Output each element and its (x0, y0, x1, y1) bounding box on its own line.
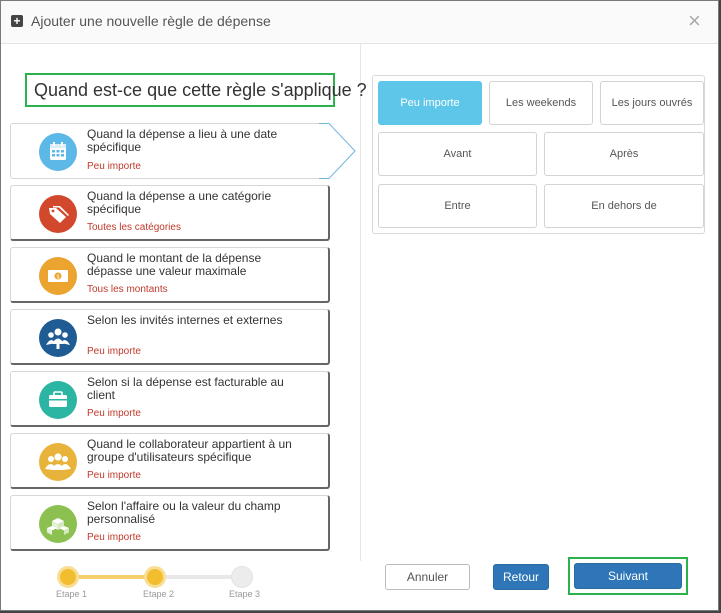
card-subtitle: Toutes les catégories (87, 222, 181, 233)
dialog-title: Ajouter une nouvelle règle de dépense (31, 13, 271, 29)
card-title: Quand le collaborateur appartient à un g… (87, 437, 292, 464)
question-heading: Quand est-ce que cette règle s'applique … (25, 73, 367, 107)
option-before[interactable]: Avant (378, 132, 537, 176)
svg-text:$: $ (57, 274, 60, 280)
card-subtitle: Peu importe (87, 161, 141, 172)
panel-divider (360, 44, 361, 561)
card-title: Selon si la dépense est facturable au cl… (87, 375, 284, 402)
card-subtitle: Peu importe (87, 532, 141, 543)
step-connector (68, 575, 156, 579)
step-dot (231, 566, 253, 588)
active-card-pointer (319, 123, 356, 179)
option-between[interactable]: Entre (378, 184, 537, 228)
card-amount[interactable]: $ Quand le montant de la dépense dépasse… (10, 247, 330, 303)
card-billable[interactable]: Selon si la dépense est facturable au cl… (10, 371, 330, 427)
card-user-group[interactable]: Quand le collaborateur appartient à un g… (10, 433, 330, 489)
option-weekends[interactable]: Les weekends (489, 81, 593, 125)
card-guests[interactable]: Selon les invités internes et externes P… (10, 309, 330, 365)
card-subtitle: Peu importe (87, 346, 141, 357)
option-any[interactable]: Peu importe (378, 81, 482, 125)
user-group-icon (39, 443, 77, 481)
card-title: Selon les invités internes et externes (87, 313, 283, 327)
options-panel: Peu importe Les weekends Les jours ouvré… (372, 75, 705, 234)
card-subtitle: Peu importe (87, 408, 141, 419)
boxes-icon (39, 505, 77, 543)
option-outside[interactable]: En dehors de (544, 184, 704, 228)
step-dot (57, 566, 79, 588)
next-button-highlight: Suivant (568, 557, 688, 595)
card-title: Selon l'affaire ou la valeur du champ pe… (87, 499, 281, 526)
next-button[interactable]: Suivant (574, 563, 682, 589)
guests-icon (39, 319, 77, 357)
cancel-button[interactable]: Annuler (385, 564, 470, 590)
tags-icon (39, 195, 77, 233)
briefcase-icon (39, 381, 77, 419)
card-title: Quand la dépense a une catégorie spécifi… (87, 189, 272, 216)
card-category[interactable]: Quand la dépense a une catégorie spécifi… (10, 185, 330, 241)
calendar-icon (39, 133, 77, 171)
dialog-titlebar: + Ajouter une nouvelle règle de dépense … (1, 1, 718, 44)
rule-dialog: + Ajouter une nouvelle règle de dépense … (0, 0, 719, 611)
option-workdays[interactable]: Les jours ouvrés (600, 81, 704, 125)
card-subtitle: Peu importe (87, 470, 141, 481)
step-label: Etape 1 (56, 589, 88, 599)
card-date[interactable]: Quand la dépense a lieu à une date spéci… (10, 123, 330, 179)
back-button[interactable]: Retour (493, 564, 549, 590)
card-subtitle: Tous les montants (87, 284, 168, 295)
step-label: Etape 2 (143, 589, 175, 599)
option-after[interactable]: Après (544, 132, 704, 176)
step-label: Etape 3 (229, 589, 261, 599)
step-progress: Etape 1 Etape 2 Etape 3 (41, 561, 281, 601)
money-icon: $ (39, 257, 77, 295)
plus-square-icon: + (11, 15, 23, 27)
card-title: Quand la dépense a lieu à une date spéci… (87, 127, 278, 154)
step-dot (144, 566, 166, 588)
card-custom-field[interactable]: Selon l'affaire ou la valeur du champ pe… (10, 495, 330, 551)
card-title: Quand le montant de la dépense dépasse u… (87, 251, 262, 278)
close-icon[interactable]: × (688, 10, 704, 32)
